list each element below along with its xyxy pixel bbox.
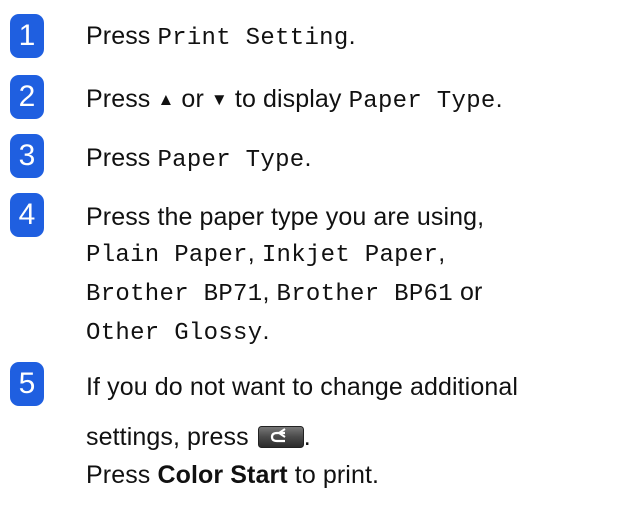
step-text-part: Press <box>86 144 158 172</box>
step-text-part: . <box>348 22 356 50</box>
option-other-glossy: Other Glossy <box>86 320 263 347</box>
down-arrow-icon: ▼ <box>210 90 228 109</box>
step-text-part: or <box>174 85 211 113</box>
step-text: If you do not want to change additional … <box>86 368 622 494</box>
step-text-line: If you do not want to change additional <box>86 373 518 401</box>
menu-item-paper-type: Paper Type <box>348 88 496 115</box>
step-text-line: Other Glossy. <box>86 313 622 352</box>
step-number-badge: 1 <box>10 14 44 58</box>
step-number-badge: 3 <box>10 134 44 178</box>
step-number-badge: 2 <box>10 75 44 119</box>
separator: . <box>262 317 270 345</box>
step-text-part: . <box>304 144 312 172</box>
step-text: Press the paper type you are using, Plai… <box>86 199 622 352</box>
step-text-line: Press Color Start to print. <box>86 456 622 494</box>
color-start-key-label: Color Start <box>157 461 288 489</box>
step-number-badge: 4 <box>10 193 44 237</box>
step-text-line: Plain Paper, Inkjet Paper, <box>86 235 622 274</box>
step-text: Press Print Setting. <box>86 18 622 57</box>
separator: , <box>262 278 277 306</box>
step-text: Press ▲ or ▼ to display Paper Type. <box>86 81 622 120</box>
up-arrow-icon: ▲ <box>157 90 175 109</box>
menu-item-print-setting: Print Setting <box>157 25 349 52</box>
step-text-part: . <box>495 85 503 113</box>
option-inkjet-paper: Inkjet Paper <box>261 242 439 269</box>
step-text-part: to display <box>227 85 349 113</box>
option-brother-bp71: Brother BP71 <box>86 281 263 308</box>
step-text: Press Paper Type. <box>86 140 622 179</box>
or-text: or <box>452 278 483 306</box>
step-text-part: to print. <box>287 461 380 489</box>
step-text-part: settings, press <box>86 423 256 451</box>
step-text-line: Brother BP71, Brother BP61 or <box>86 274 622 313</box>
step-text-part: Press <box>86 461 158 489</box>
step-number-badge: 5 <box>10 362 44 406</box>
step-text-part: . <box>303 423 311 451</box>
back-arrow-button-icon <box>257 426 304 448</box>
separator: , <box>247 239 262 267</box>
option-plain-paper: Plain Paper <box>86 242 248 269</box>
step-text-line: Press the paper type you are using, <box>86 203 485 231</box>
option-brother-bp61: Brother BP61 <box>276 281 453 308</box>
step-text-line: settings, press . <box>86 418 622 456</box>
separator: , <box>438 239 446 267</box>
menu-item-paper-type: Paper Type <box>157 147 305 174</box>
step-text-part: Press <box>86 85 158 113</box>
step-text-part: Press <box>86 22 158 50</box>
